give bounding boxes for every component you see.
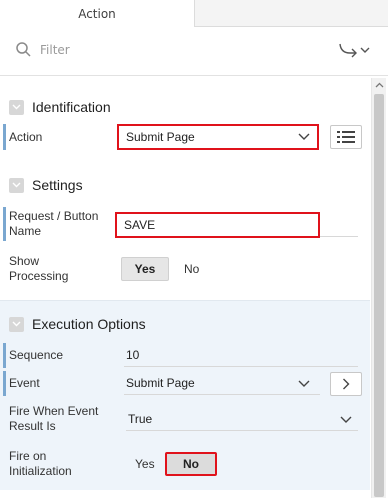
action-label: Action	[9, 130, 43, 144]
request-label-line2: Name	[9, 224, 42, 238]
fire-when-label-line1: Fire When Event	[9, 404, 99, 418]
list-button[interactable]	[330, 125, 362, 149]
section-settings-header[interactable]: Settings	[0, 170, 370, 200]
search-icon	[16, 42, 31, 57]
collapse-icon[interactable]	[9, 177, 24, 193]
show-processing-row: Show Processing Yes No	[0, 252, 370, 286]
fire-when-select[interactable]: True	[126, 407, 358, 431]
chevron-down-icon	[340, 416, 352, 423]
fire-on-init-yes-button[interactable]: Yes	[135, 452, 155, 476]
scroll-thumb[interactable]	[374, 94, 384, 497]
event-row: Event Submit Page	[0, 371, 370, 397]
tab-action[interactable]: Action	[0, 0, 195, 27]
tab-bar: Action	[0, 0, 388, 27]
action-row: Action Submit Page	[0, 122, 370, 152]
request-label-line1: Request / Button	[9, 209, 99, 223]
event-label: Event	[9, 376, 40, 390]
chevron-down-icon	[298, 380, 310, 387]
event-detail-button[interactable]	[330, 372, 362, 396]
show-processing-no-button[interactable]: No	[184, 257, 199, 281]
list-icon	[337, 131, 355, 143]
event-value: Submit Page	[126, 375, 195, 390]
show-processing-label: Show Processing	[9, 254, 68, 284]
show-processing-label-line2: Processing	[9, 269, 69, 283]
section-identification-header[interactable]: Identification	[0, 92, 370, 122]
fire-when-label-line2: Result Is	[9, 419, 56, 433]
fire-when-row: Fire When Event Result Is True	[0, 403, 370, 437]
action-select[interactable]: Submit Page	[117, 124, 319, 150]
request-row: Request / Button Name SAVE	[0, 205, 370, 243]
chevron-right-icon	[343, 378, 350, 390]
required-indicator	[3, 343, 6, 368]
scroll-up-arrow-icon[interactable]	[372, 78, 387, 93]
request-label: Request / Button Name	[9, 209, 98, 239]
chevron-down-icon	[298, 133, 310, 140]
collapse-icon[interactable]	[9, 99, 24, 115]
required-indicator	[3, 371, 6, 396]
show-processing-label-line1: Show	[9, 254, 40, 268]
scrollbar[interactable]	[371, 78, 386, 498]
fire-on-init-label-line2: Initialization	[9, 464, 72, 478]
event-select[interactable]: Submit Page	[124, 371, 320, 395]
show-processing-yes-button[interactable]: Yes	[121, 257, 169, 281]
filter-input[interactable]: Filter	[40, 43, 70, 57]
filter-bar: Filter	[0, 27, 388, 76]
required-indicator	[3, 124, 6, 150]
required-indicator	[3, 207, 6, 241]
section-execution-header[interactable]: Execution Options	[0, 309, 370, 339]
fire-on-init-row: Fire on Initialization Yes No	[0, 447, 370, 481]
fire-when-value: True	[128, 411, 153, 426]
collapse-icon[interactable]	[9, 316, 24, 332]
sequence-label: Sequence	[9, 348, 64, 362]
sequence-row: Sequence 10	[0, 343, 370, 369]
request-value: SAVE	[124, 218, 156, 232]
fire-on-init-no-button[interactable]: No	[165, 452, 217, 476]
action-value: Submit Page	[126, 130, 195, 144]
section-title: Execution Options	[32, 316, 146, 332]
sequence-input[interactable]: 10	[124, 343, 358, 367]
fire-when-label: Fire When Event Result Is	[9, 404, 98, 434]
tab-bar-empty	[195, 0, 388, 27]
request-input[interactable]: SAVE	[115, 212, 320, 238]
field-underline	[320, 236, 358, 237]
fire-on-init-label-line1: Fire on	[9, 449, 47, 463]
fire-on-init-label: Fire on Initialization	[9, 449, 72, 479]
go-to-group-icon[interactable]	[336, 41, 372, 59]
section-title: Identification	[32, 99, 111, 115]
sequence-value: 10	[126, 347, 140, 362]
section-title: Settings	[32, 177, 83, 193]
